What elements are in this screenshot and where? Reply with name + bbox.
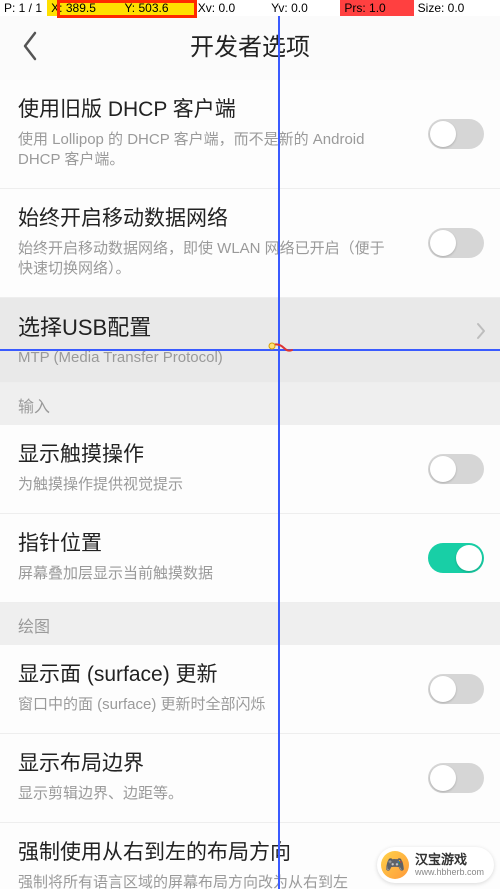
pointer-y: Y: 503.6 — [120, 0, 193, 16]
toggle-legacy-dhcp[interactable] — [428, 119, 484, 149]
toggle-pointer-location[interactable] — [428, 543, 484, 573]
section-input: 输入 — [0, 383, 500, 425]
item-title: 显示触摸操作 — [18, 441, 482, 469]
item-subtitle: 为触摸操作提供视觉提示 — [18, 475, 482, 495]
item-legacy-dhcp[interactable]: 使用旧版 DHCP 客户端 使用 Lollipop 的 DHCP 客户端，而不是… — [0, 80, 500, 189]
watermark-badge: 🎮 汉宝游戏 www.hbherb.com — [377, 847, 494, 883]
pointer-prs: Prs: 1.0 — [340, 0, 413, 16]
pointer-count: P: 1 / 1 — [0, 0, 47, 16]
item-title: 指针位置 — [18, 530, 482, 558]
item-subtitle: 使用 Lollipop 的 DHCP 客户端，而不是新的 Android DHC… — [18, 130, 482, 170]
item-subtitle: 窗口中的面 (surface) 更新时全部闪烁 — [18, 695, 482, 715]
item-title: 显示布局边界 — [18, 750, 482, 778]
toggle-show-touches[interactable] — [428, 454, 484, 484]
toggle-layout-bounds[interactable] — [428, 763, 484, 793]
pointer-size: Size: 0.0 — [414, 0, 500, 16]
app-header: 开发者选项 — [0, 16, 500, 80]
section-drawing: 绘图 — [0, 603, 500, 645]
pointer-debug-bar: P: 1 / 1 X: 389.5 Y: 503.6 Xv: 0.0 Yv: 0… — [0, 0, 500, 16]
item-show-layout-bounds[interactable]: 显示布局边界 显示剪辑边界、边距等。 — [0, 734, 500, 823]
settings-list[interactable]: 使用旧版 DHCP 客户端 使用 Lollipop 的 DHCP 客户端，而不是… — [0, 80, 500, 889]
watermark-logo-icon: 🎮 — [381, 851, 409, 879]
item-subtitle: 显示剪辑边界、边距等。 — [18, 784, 482, 804]
item-subtitle: MTP (Media Transfer Protocol) — [18, 348, 482, 368]
toggle-mobile-data[interactable] — [428, 228, 484, 258]
item-subtitle: 屏幕叠加层显示当前触摸数据 — [18, 564, 482, 584]
item-show-surface-updates[interactable]: 显示面 (surface) 更新 窗口中的面 (surface) 更新时全部闪烁 — [0, 645, 500, 734]
watermark-name: 汉宝游戏 — [415, 853, 484, 866]
chevron-right-icon — [476, 322, 486, 345]
item-mobile-data-always-on[interactable]: 始终开启移动数据网络 始终开启移动数据网络，即使 WLAN 网络已开启（便于快速… — [0, 189, 500, 298]
toggle-surface-updates[interactable] — [428, 674, 484, 704]
watermark-url: www.hbherb.com — [415, 868, 484, 877]
pointer-xv: Xv: 0.0 — [194, 0, 267, 16]
item-title: 显示面 (surface) 更新 — [18, 661, 482, 689]
pointer-yv: Yv: 0.0 — [267, 0, 340, 16]
item-title: 使用旧版 DHCP 客户端 — [18, 96, 482, 124]
item-title: 选择USB配置 — [18, 314, 482, 342]
item-subtitle: 始终开启移动数据网络，即使 WLAN 网络已开启（便于快速切换网络）。 — [18, 239, 482, 279]
item-show-touches[interactable]: 显示触摸操作 为触摸操作提供视觉提示 — [0, 425, 500, 514]
item-pointer-location[interactable]: 指针位置 屏幕叠加层显示当前触摸数据 — [0, 514, 500, 603]
item-title: 始终开启移动数据网络 — [18, 205, 482, 233]
page-title: 开发者选项 — [0, 16, 500, 80]
pointer-x: X: 389.5 — [47, 0, 120, 16]
item-usb-config[interactable]: 选择USB配置 MTP (Media Transfer Protocol) — [0, 298, 500, 383]
